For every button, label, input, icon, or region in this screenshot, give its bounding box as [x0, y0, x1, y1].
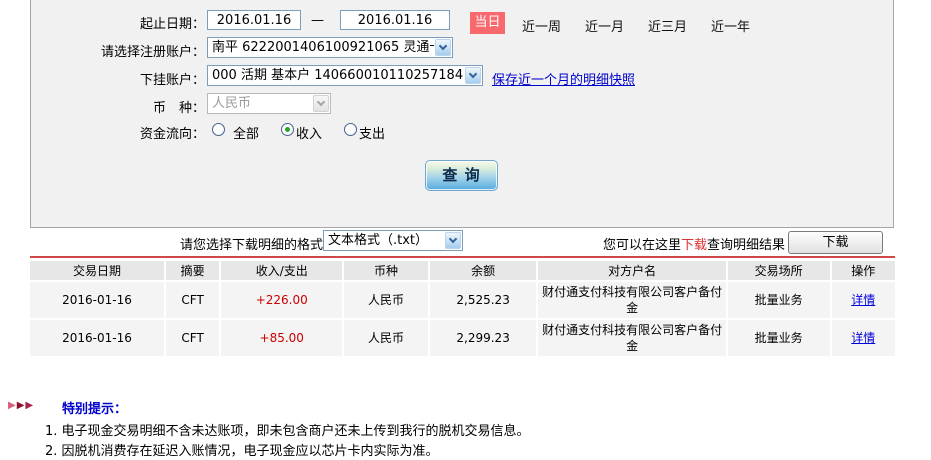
- table-top-divider: [30, 256, 895, 258]
- flow-direction-label: 资金流向：: [140, 123, 205, 142]
- cell-venue: 批量业务: [728, 320, 830, 356]
- registered-account-select[interactable]: 南平 6222001406100921065 灵通卡: [207, 37, 453, 58]
- table-row: 2016-01-16 CFT +226.00 人民币 2,525.23 财付通支…: [30, 282, 895, 318]
- chevron-down-icon[interactable]: [435, 39, 451, 56]
- detail-link[interactable]: 详情: [851, 293, 875, 307]
- flow-expense-label: 支出: [359, 123, 385, 142]
- quick-range-week-button[interactable]: 近一周: [522, 16, 561, 35]
- chevron-down-icon[interactable]: [445, 232, 461, 249]
- cell-counterparty: 财付通支付科技有限公司客户备付金: [538, 320, 725, 356]
- download-hint-prefix: 您可以在这里: [603, 238, 681, 253]
- currency-select-disabled: 人民币: [207, 93, 331, 114]
- download-format-label: 请您选择下载明细的格式: [180, 234, 323, 253]
- flow-income-radio[interactable]: [281, 123, 294, 136]
- quick-range-quarter-button[interactable]: 近三月: [648, 16, 687, 35]
- flow-expense-radio[interactable]: [344, 123, 357, 136]
- currency-label: 币 种：: [153, 97, 205, 116]
- download-format-value: 文本格式（.txt）: [324, 231, 444, 250]
- date-range-label: 起止日期：: [140, 13, 205, 32]
- registered-account-label: 请选择注册账户：: [101, 41, 205, 60]
- transaction-table: 交易日期 摘要 收入/支出 币种 余额 对方户名 交易场所 操作 2016-01…: [28, 259, 897, 358]
- query-button[interactable]: 查 询: [425, 160, 498, 191]
- cell-amount: +226.00: [221, 282, 342, 318]
- cell-date: 2016-01-16: [30, 320, 164, 356]
- sub-account-select[interactable]: 000 活期 基本户 1406600101102571848: [207, 65, 483, 86]
- triple-arrow-icon: ▶▶▶: [8, 400, 34, 411]
- save-snapshot-link[interactable]: 保存近一个月的明细快照: [492, 69, 635, 88]
- cell-amount: +85.00: [221, 320, 342, 356]
- col-header-summary: 摘要: [166, 261, 219, 280]
- registered-account-value: 南平 6222001406100921065 灵通卡: [208, 38, 434, 57]
- download-format-select[interactable]: 文本格式（.txt）: [323, 230, 463, 251]
- cell-currency: 人民币: [344, 282, 428, 318]
- download-button[interactable]: 下载: [788, 231, 883, 254]
- cell-summary: CFT: [166, 282, 219, 318]
- col-header-date: 交易日期: [30, 261, 164, 280]
- radio-selected-dot: [285, 127, 290, 132]
- date-dash: —: [311, 13, 324, 28]
- date-to-input[interactable]: [340, 10, 450, 30]
- cell-counterparty: 财付通支付科技有限公司客户备付金: [538, 282, 725, 318]
- cell-date: 2016-01-16: [30, 282, 164, 318]
- special-notes-title: 特别提示：: [62, 398, 127, 417]
- download-hint-suffix: 查询明细结果: [707, 238, 785, 253]
- col-header-balance: 余额: [430, 261, 537, 280]
- quick-range-today-button[interactable]: 当日: [470, 12, 505, 34]
- cell-balance: 2,299.23: [430, 320, 537, 356]
- currency-value: 人民币: [208, 94, 312, 113]
- download-hint-highlight: 下载: [681, 238, 707, 253]
- flow-all-radio[interactable]: [212, 123, 225, 136]
- detail-link[interactable]: 详情: [851, 331, 875, 345]
- cell-balance: 2,525.23: [430, 282, 537, 318]
- cell-currency: 人民币: [344, 320, 428, 356]
- col-header-amount: 收入/支出: [221, 261, 342, 280]
- quick-range-month-button[interactable]: 近一月: [585, 16, 624, 35]
- table-row: 2016-01-16 CFT +85.00 人民币 2,299.23 财付通支付…: [30, 320, 895, 356]
- flow-income-label: 收入: [296, 123, 322, 142]
- col-header-currency: 币种: [344, 261, 428, 280]
- cell-venue: 批量业务: [728, 282, 830, 318]
- sub-account-label: 下挂账户：: [140, 69, 205, 88]
- sub-account-value: 000 活期 基本户 1406600101102571848: [208, 66, 464, 85]
- special-note-1: 1. 电子现金交易明细不含未达账项，即未包含商户还未上传到我行的脱机交易信息。: [45, 420, 530, 439]
- cell-summary: CFT: [166, 320, 219, 356]
- col-header-action: 操作: [832, 261, 896, 280]
- chevron-down-icon[interactable]: [465, 67, 481, 84]
- chevron-down-icon: [313, 95, 329, 112]
- flow-all-label: 全部: [233, 123, 259, 142]
- date-from-input[interactable]: [207, 10, 301, 30]
- quick-range-year-button[interactable]: 近一年: [711, 16, 750, 35]
- col-header-venue: 交易场所: [728, 261, 830, 280]
- table-header-row: 交易日期 摘要 收入/支出 币种 余额 对方户名 交易场所 操作: [30, 261, 895, 280]
- col-header-counterparty: 对方户名: [538, 261, 725, 280]
- special-note-2: 2. 因脱机消费存在延迟入账情况，电子现金应以芯片卡内实际为准。: [45, 440, 439, 459]
- download-hint: 您可以在这里下载查询明细结果: [603, 234, 785, 253]
